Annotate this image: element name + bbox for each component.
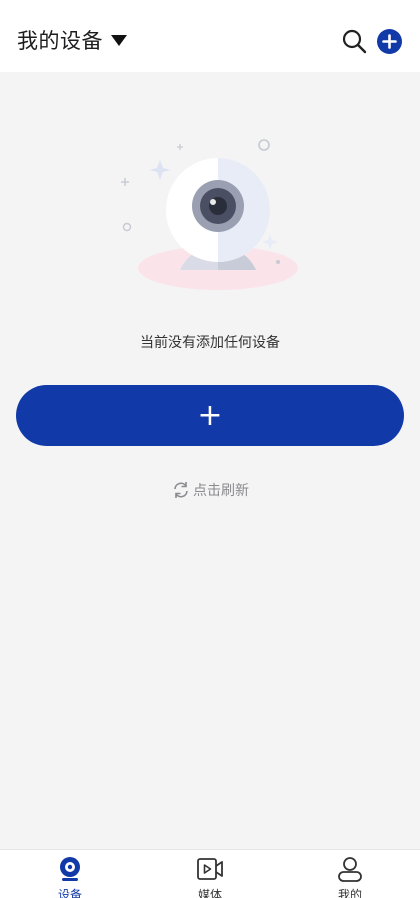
- camera-icon: [60, 857, 80, 881]
- bottom-nav: 设备 媒体 我的: [0, 849, 420, 898]
- nav-item-media[interactable]: 媒体: [180, 856, 240, 898]
- video-icon: [197, 858, 223, 880]
- refresh-icon: [174, 482, 188, 498]
- user-icon: [338, 857, 362, 882]
- caret-down-icon: [111, 34, 127, 46]
- nav-item-devices[interactable]: 设备: [40, 856, 100, 898]
- nav-label-me: 我的: [337, 888, 362, 898]
- empty-state-message: 当前没有添加任何设备: [140, 335, 280, 351]
- refresh-label: 点击刷新: [193, 483, 249, 499]
- app-root: 我的 设备 当前没有添加任何设备 + 点击刷新 设备 媒体 我的: [0, 0, 420, 898]
- add-device-button-label: +: [197, 397, 223, 433]
- nav-label-devices: 设备: [57, 888, 82, 898]
- webcam-illustration: [121, 139, 298, 290]
- search-icon[interactable]: [341, 28, 367, 54]
- nav-item-me[interactable]: 我的: [320, 856, 380, 898]
- page-title: 我的设备: [17, 29, 103, 53]
- nav-label-media: 媒体: [197, 888, 222, 898]
- top-bar: 我的设备: [0, 0, 420, 72]
- device-list-selector[interactable]: 我的设备: [17, 22, 127, 58]
- add-device-button[interactable]: +: [16, 385, 404, 446]
- refresh-button[interactable]: 点击刷新: [0, 480, 420, 500]
- plus-circle-icon[interactable]: [377, 29, 402, 54]
